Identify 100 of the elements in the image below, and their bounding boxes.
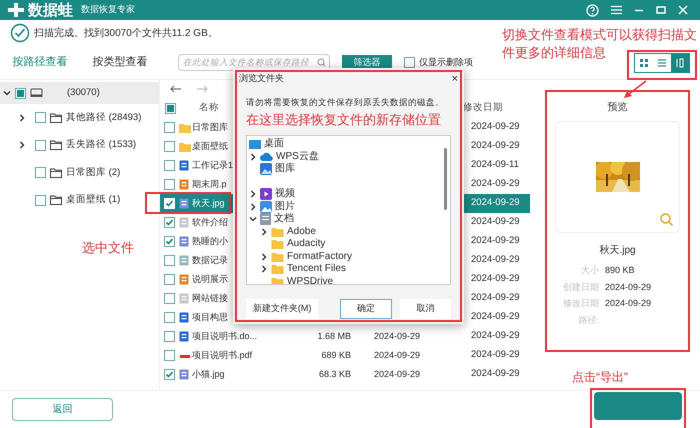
folder-label[interactable]: Adobe	[287, 226, 316, 236]
checkbox[interactable]	[164, 255, 175, 266]
folder-icon	[271, 226, 284, 236]
column-header[interactable]: 修改日期	[463, 100, 503, 116]
slides-icon	[179, 274, 189, 285]
documents-icon	[260, 213, 271, 225]
checkbox[interactable]	[404, 57, 415, 68]
tree-item-label[interactable]: 其他路径 (28493)	[66, 110, 142, 125]
checkbox[interactable]	[35, 112, 46, 124]
checkbox[interactable]	[35, 140, 46, 151]
checkbox[interactable]	[164, 217, 175, 228]
zoom-icon[interactable]	[660, 213, 673, 226]
modified-date: 2024-09-29	[471, 234, 520, 248]
checkbox[interactable]	[164, 274, 175, 285]
modified-date: 2024-09-29	[471, 367, 520, 382]
checkbox[interactable]	[15, 88, 26, 98]
checkbox[interactable]	[164, 369, 175, 380]
help-icon[interactable]	[586, 4, 599, 16]
checkbox[interactable]	[35, 167, 46, 178]
tree-item-label[interactable]: 丢失路径 (1533)	[66, 138, 136, 152]
folder-label[interactable]: WPS云盘	[276, 152, 319, 162]
folder-label[interactable]: 图库	[275, 164, 295, 174]
dialog-button[interactable]: 确定	[340, 298, 392, 319]
folder-icon	[271, 264, 284, 274]
folder-label[interactable]: FormatFactory	[287, 252, 352, 262]
annotation-text: 切换文件查看模式可以获得扫描文件更多的详细信息	[502, 26, 697, 62]
modified-date: 2024-09-29	[471, 272, 520, 286]
folder-label[interactable]: 文档	[274, 214, 294, 224]
info-label: 大小	[580, 264, 599, 277]
checkbox[interactable]	[164, 331, 175, 342]
close-icon[interactable]	[678, 5, 688, 15]
preview-title: 预览	[608, 101, 628, 115]
file-name[interactable]: 熟睡的小	[192, 236, 228, 246]
tree-root-row[interactable]: (30070)	[0, 82, 159, 104]
checkbox[interactable]	[164, 312, 175, 323]
folder-label[interactable]: WPSDrive	[287, 276, 334, 284]
folder-label[interactable]: 桌面	[264, 139, 284, 149]
checkbox[interactable]	[164, 293, 175, 304]
image-file-icon	[179, 198, 189, 209]
file-name[interactable]: 数据记录	[192, 254, 228, 265]
file-name[interactable]: 项目构思	[192, 312, 228, 322]
chevron-right-icon[interactable]	[260, 228, 268, 236]
folder-label[interactable]: 视频	[275, 189, 295, 199]
dialog-button[interactable]: 新建文件夹(M)	[246, 298, 318, 319]
checkbox-label: 仅显示删除项	[419, 56, 473, 69]
file-name[interactable]: 小猫.jpg	[192, 368, 225, 379]
file-name[interactable]: 项目说明书.pdf	[192, 350, 252, 360]
file-name[interactable]: 说明展示	[192, 274, 228, 284]
file-name[interactable]: 期末周.p	[192, 178, 227, 189]
file-name[interactable]: 秋天.jpg	[192, 198, 225, 208]
view-tab[interactable]: 按类型查看	[92, 54, 148, 71]
annotation-text: 点击“导出”	[572, 369, 628, 386]
back-button[interactable]: 返回	[12, 398, 113, 421]
folder-icon	[271, 239, 284, 249]
checkbox[interactable]	[164, 236, 175, 247]
checkbox[interactable]	[35, 194, 46, 206]
detail-view-icon	[675, 58, 685, 68]
checkbox[interactable]	[164, 160, 175, 171]
tree-item-label[interactable]: 日常图库 (2)	[66, 166, 120, 180]
preview-file-name: 秋天.jpg	[599, 244, 636, 258]
dialog-button[interactable]: 取消	[400, 298, 451, 319]
list-view-icon	[657, 58, 667, 68]
folder-icon	[50, 168, 62, 178]
chevron-right-icon[interactable]	[18, 114, 26, 122]
view-tab[interactable]: 按路径查看	[12, 54, 68, 71]
file-name[interactable]: 工作记录1	[192, 160, 234, 170]
file-name[interactable]: 项目说明书.do...	[192, 330, 258, 341]
column-header[interactable]: 名称	[199, 100, 219, 116]
search-field[interactable]: 在此处输入文件名称或保存路径	[178, 54, 330, 71]
search-icon[interactable]	[316, 58, 325, 67]
info-value: 2024-09-29	[605, 282, 652, 292]
chevron-down-icon[interactable]	[249, 215, 257, 223]
chevron-right-icon[interactable]	[18, 141, 26, 150]
modified-date: 2024-09-11	[471, 158, 519, 172]
modified-date: 2024-09-29	[471, 291, 520, 306]
document-icon	[179, 312, 189, 323]
folder-label[interactable]: Audacity	[287, 239, 326, 249]
back-arrow-icon[interactable]	[170, 85, 182, 93]
tree-item-label[interactable]: 桌面壁纸 (1)	[66, 193, 120, 208]
view-mode-button[interactable]	[671, 54, 689, 72]
chevron-right-icon[interactable]	[249, 152, 257, 160]
checkbox[interactable]	[164, 350, 175, 361]
folder-label[interactable]: 图片	[275, 202, 295, 212]
checkbox[interactable]	[164, 122, 175, 133]
file-name[interactable]: 日常图库	[192, 122, 228, 132]
maximize-icon[interactable]	[656, 5, 666, 15]
slides-icon	[179, 179, 189, 190]
export-button[interactable]	[594, 392, 682, 420]
checkbox[interactable]	[165, 102, 176, 114]
file-name[interactable]: 桌面壁纸	[192, 140, 228, 151]
document-icon	[179, 331, 189, 342]
chevron-down-icon[interactable]	[3, 89, 11, 97]
close-button[interactable]: ×	[452, 74, 458, 84]
scrollbar[interactable]	[444, 148, 447, 210]
checkbox[interactable]	[164, 179, 175, 190]
folder-label[interactable]: Tencent Files	[287, 264, 346, 274]
menu-icon[interactable]	[611, 5, 622, 15]
file-name[interactable]: 软件介绍	[192, 216, 228, 227]
checkbox[interactable]	[164, 141, 175, 152]
file-name[interactable]: 网站链接	[192, 292, 228, 303]
